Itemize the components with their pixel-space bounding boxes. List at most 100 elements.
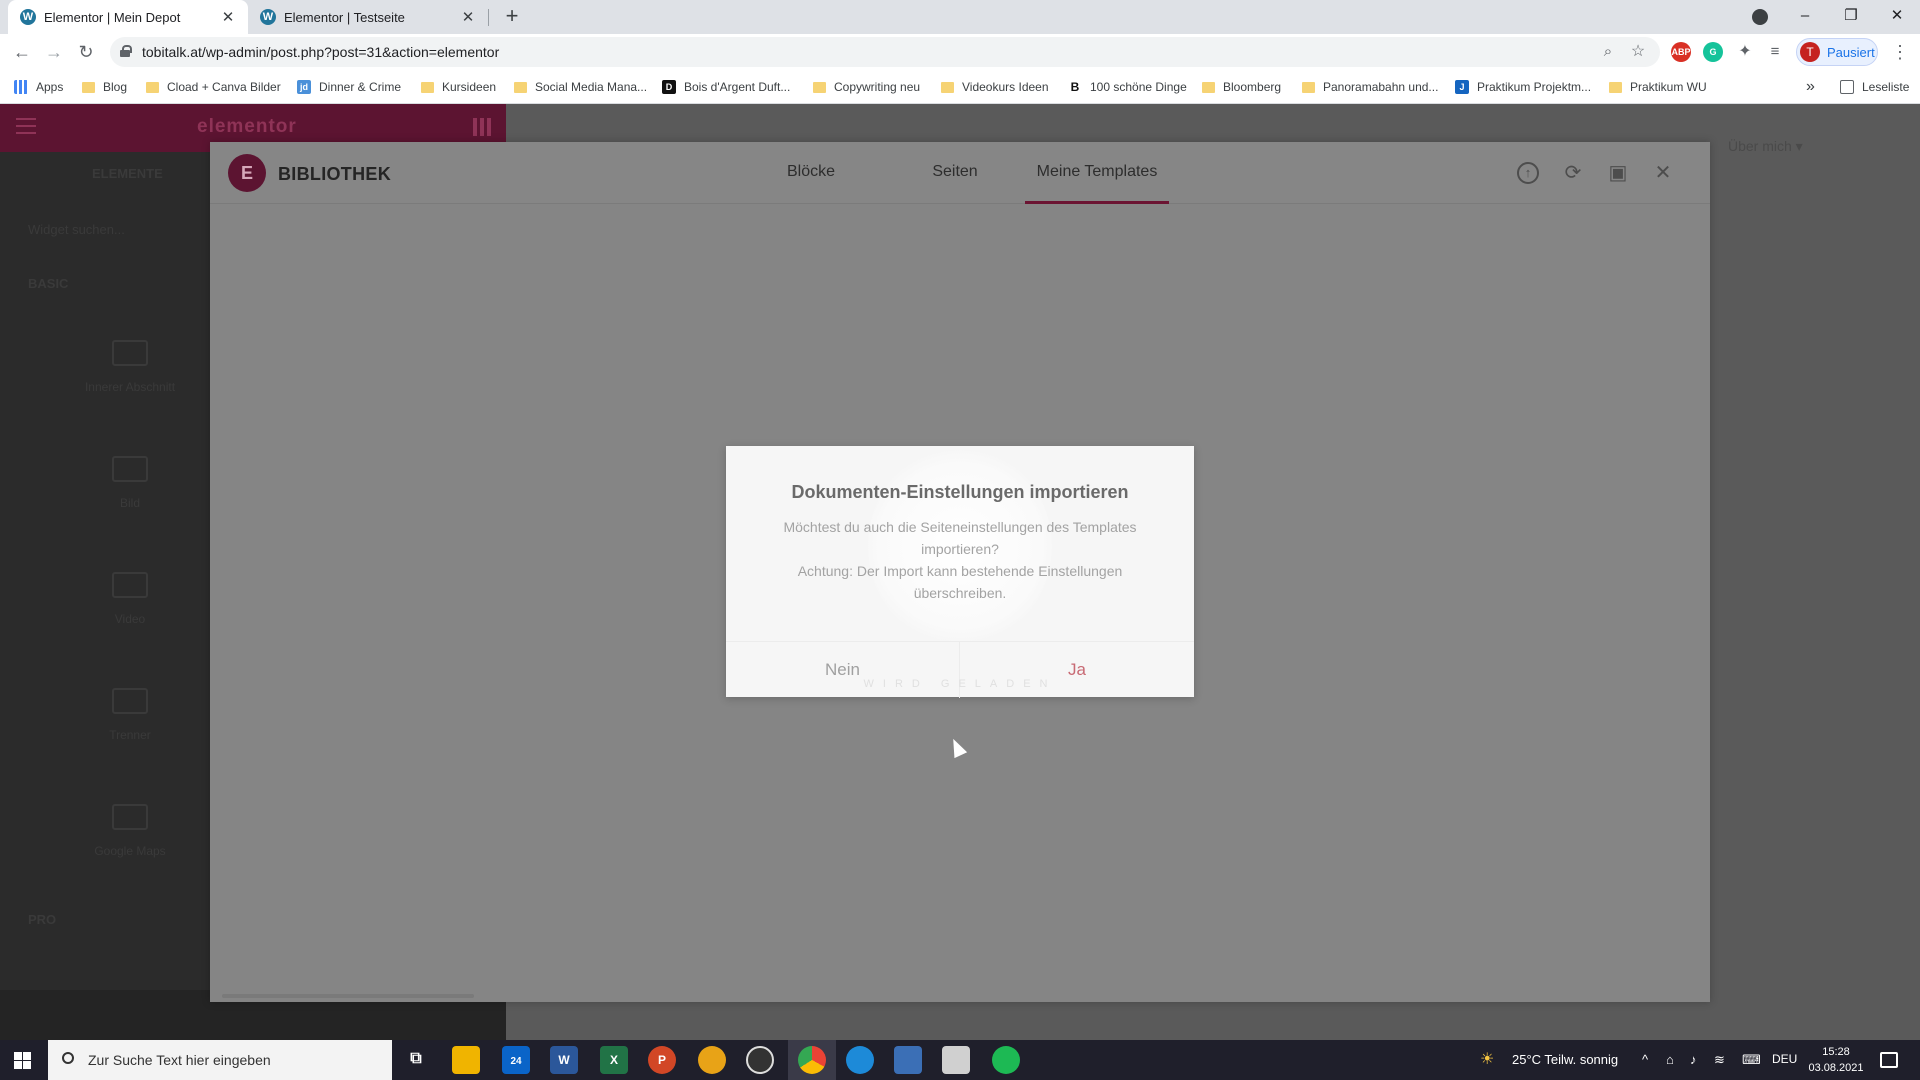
forward-icon[interactable]: → xyxy=(42,40,66,64)
panel-tab-elements[interactable]: ELEMENTE xyxy=(92,166,163,181)
bookmark-social-media[interactable]: Social Media Mana... xyxy=(514,78,647,96)
site-icon: D xyxy=(662,80,676,94)
mail-badge: 24 xyxy=(510,1056,522,1067)
grammarly-extension-icon[interactable]: G xyxy=(1703,42,1723,62)
bookmark-bloomberg[interactable]: Bloomberg xyxy=(1202,78,1281,96)
widget-search-input[interactable]: Widget suchen... xyxy=(28,222,125,237)
bookmark-panoramabahn[interactable]: Panoramabahn und... xyxy=(1302,78,1438,96)
notepad-icon[interactable] xyxy=(942,1046,970,1074)
taskbar-clock[interactable]: 15:28 03.08.2021 xyxy=(1806,1044,1866,1076)
task-view-icon[interactable]: ⧉ xyxy=(402,1046,430,1074)
bookmark-label: Cload + Canva Bilder xyxy=(167,80,281,94)
minimize-button[interactable]: – xyxy=(1782,0,1828,34)
browser-toolbar: ← → ↻ tobitalk.at/wp-admin/post.php?post… xyxy=(0,34,1920,70)
network-icon[interactable]: ⌂ xyxy=(1666,1052,1674,1067)
volume-icon[interactable]: ♪ xyxy=(1690,1052,1697,1067)
wifi-icon[interactable]: ≋ xyxy=(1714,1052,1725,1068)
tab-bloecke[interactable]: Blöcke xyxy=(766,142,856,204)
app-icon-blue[interactable] xyxy=(894,1046,922,1074)
bookmark-label: Bois d'Argent Duft... xyxy=(684,80,791,94)
address-bar[interactable]: tobitalk.at/wp-admin/post.php?post=31&ac… xyxy=(110,37,1660,67)
widgets-grid-icon[interactable] xyxy=(473,118,491,136)
close-tab-icon[interactable]: ✕ xyxy=(460,8,476,26)
keyboard-icon[interactable]: ⌨ xyxy=(1742,1052,1761,1068)
mail-icon[interactable]: 24 xyxy=(502,1046,530,1074)
bookmark-label: Panoramabahn und... xyxy=(1323,80,1439,94)
widget-image[interactable]: Bild xyxy=(80,456,180,510)
library-title: BIBLIOTHEK xyxy=(278,164,391,184)
lock-icon[interactable] xyxy=(120,45,132,57)
folder-icon xyxy=(146,81,159,93)
save-icon[interactable]: ▣ xyxy=(1607,162,1629,184)
tab-search-icon[interactable] xyxy=(1752,9,1768,25)
tab-meine-templates[interactable]: Meine Templates xyxy=(1025,142,1169,204)
chrome-menu-icon[interactable]: ⋮ xyxy=(1888,40,1912,64)
apps-grid-icon xyxy=(14,80,28,94)
close-tab-icon[interactable]: ✕ xyxy=(220,8,236,26)
app-icon[interactable] xyxy=(698,1046,726,1074)
bookmark-kursideen[interactable]: Kursideen xyxy=(421,78,496,96)
new-tab-button[interactable]: + xyxy=(499,5,525,29)
extensions-puzzle-icon[interactable]: ✦ xyxy=(1733,40,1757,64)
media-queue-icon[interactable]: ≡ xyxy=(1763,40,1787,64)
restore-button[interactable]: ❐ xyxy=(1828,0,1874,34)
obs-icon[interactable] xyxy=(746,1046,774,1074)
image-icon xyxy=(112,456,148,482)
tab-title: Elementor | Testseite xyxy=(284,9,405,25)
profile-paused-button[interactable]: T Pausiert xyxy=(1796,38,1878,66)
bookmark-label: Videokurs Ideen xyxy=(962,80,1049,94)
back-icon[interactable]: ← xyxy=(10,40,34,64)
bookmark-dinner-crime[interactable]: jd Dinner & Crime xyxy=(297,78,401,96)
url-text[interactable]: tobitalk.at/wp-admin/post.php?post=31&ac… xyxy=(142,44,499,60)
widget-google-maps[interactable]: Google Maps xyxy=(80,804,180,858)
browser-tab-testseite[interactable]: W Elementor | Testseite ✕ xyxy=(248,0,488,34)
language-indicator[interactable]: DEU xyxy=(1772,1052,1797,1066)
bookmark-apps[interactable]: Apps xyxy=(14,78,63,96)
bookmark-label: Dinner & Crime xyxy=(319,80,402,94)
upload-icon[interactable]: ↑ xyxy=(1517,162,1539,184)
close-icon[interactable]: ✕ xyxy=(1652,162,1674,184)
tray-overflow-icon[interactable]: ^ xyxy=(1642,1052,1648,1067)
widget-divider[interactable]: Trenner xyxy=(80,688,180,742)
adblock-extension-icon[interactable]: ABP xyxy=(1671,42,1691,62)
bookmark-videokurs[interactable]: Videokurs Ideen xyxy=(941,78,1049,96)
chrome-icon[interactable] xyxy=(798,1046,826,1074)
reading-list-button[interactable]: Leseliste xyxy=(1840,78,1909,96)
notification-center-icon[interactable] xyxy=(1880,1052,1898,1068)
bookmark-copywriting[interactable]: Copywriting neu xyxy=(813,78,920,96)
site-icon: jd xyxy=(297,80,311,94)
bookmark-praktikum-wu[interactable]: Praktikum WU xyxy=(1609,78,1707,96)
excel-icon[interactable]: X xyxy=(600,1046,628,1074)
bookmark-praktikum-projektm[interactable]: J Praktikum Projektm... xyxy=(1455,78,1591,96)
browser-tab-mein-depot[interactable]: W Elementor | Mein Depot ✕ xyxy=(8,0,248,34)
tab-seiten[interactable]: Seiten xyxy=(910,142,1000,204)
folder-icon xyxy=(1609,81,1622,93)
reload-icon[interactable]: ↻ xyxy=(74,40,98,64)
spotify-icon[interactable] xyxy=(992,1046,1020,1074)
powerpoint-icon[interactable]: P xyxy=(648,1046,676,1074)
file-explorer-icon[interactable] xyxy=(452,1046,480,1074)
bookmark-cload-canva[interactable]: Cload + Canva Bilder xyxy=(146,78,281,96)
bookmark-star-icon[interactable]: ☆ xyxy=(1626,40,1650,64)
windows-start-icon[interactable] xyxy=(14,1052,31,1069)
widget-inner-section[interactable]: Innerer Abschnitt xyxy=(80,340,180,394)
bookmark-bois-dargent[interactable]: D Bois d'Argent Duft... xyxy=(662,78,790,96)
sync-icon[interactable]: ⟳ xyxy=(1562,162,1584,184)
clock-time: 15:28 xyxy=(1822,1046,1850,1058)
weather-text[interactable]: 25°C Teilw. sonnig xyxy=(1512,1052,1618,1067)
edge-icon[interactable] xyxy=(846,1046,874,1074)
word-icon[interactable]: W xyxy=(550,1046,578,1074)
close-window-button[interactable]: ✕ xyxy=(1874,0,1920,34)
weather-icon[interactable]: ☀ xyxy=(1480,1049,1494,1069)
widget-video[interactable]: Video xyxy=(80,572,180,626)
more-bookmarks-button[interactable]: » xyxy=(1806,78,1815,96)
bookmark-100-dinge[interactable]: B 100 schöne Dinge xyxy=(1068,78,1187,96)
hamburger-menu-icon[interactable] xyxy=(16,118,36,134)
bookmark-blog[interactable]: Blog xyxy=(82,78,127,96)
folder-icon xyxy=(1202,81,1215,93)
taskbar-search-input[interactable]: Zur Suche Text hier eingeben xyxy=(48,1040,392,1080)
zoom-icon[interactable]: ⌕ xyxy=(1596,40,1620,64)
widget-label: Bild xyxy=(119,496,140,510)
library-scrollbar[interactable] xyxy=(222,994,474,998)
widget-label: Trenner xyxy=(109,728,151,742)
